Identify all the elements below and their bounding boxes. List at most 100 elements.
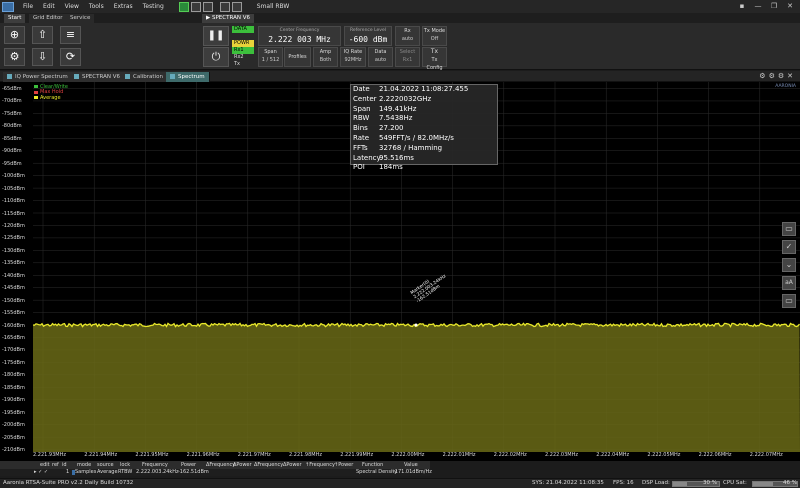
center-frequency-field[interactable]: Center Frequency 2.222 003 MHz bbox=[258, 26, 341, 46]
y-tick-label: -170dBm bbox=[2, 347, 25, 354]
amp-value: Both bbox=[319, 57, 332, 63]
info-value: 2.2220032GHz bbox=[379, 94, 432, 103]
info-value: 184ms bbox=[379, 163, 403, 172]
rx-control[interactable]: Rx auto bbox=[395, 26, 420, 46]
tab-icon bbox=[125, 74, 130, 79]
settings-icon[interactable]: ⚙ bbox=[4, 48, 25, 66]
close-icon[interactable]: ✕ bbox=[782, 1, 798, 12]
row-id: 1 bbox=[66, 469, 70, 475]
save-list-icon[interactable]: ≡ bbox=[60, 26, 81, 44]
y-tick-label: -180dBm bbox=[2, 372, 25, 379]
tab-iq-power-spectrum[interactable]: IQ Power Spectrum bbox=[3, 72, 73, 82]
pause-button[interactable]: ❚❚ bbox=[203, 26, 229, 46]
text-icon[interactable]: aA bbox=[782, 276, 796, 290]
col-ref: ref bbox=[52, 462, 59, 468]
tab-calibration[interactable]: Calibration bbox=[121, 72, 168, 82]
menu: File Edit View Tools Extras Testing bbox=[18, 0, 169, 13]
row-lock: RTBW bbox=[118, 469, 133, 475]
window-title: Small RBW bbox=[256, 3, 290, 10]
undo-icon[interactable] bbox=[219, 1, 230, 12]
menu-extras[interactable]: Extras bbox=[109, 3, 138, 10]
grid-icon[interactable] bbox=[190, 1, 201, 12]
tx-config-button[interactable]: Tx Tx Config bbox=[422, 47, 447, 71]
row-mode: Samples bbox=[75, 469, 97, 475]
power-button[interactable]: ⏻ bbox=[203, 47, 229, 67]
refresh-icon[interactable]: ⟳ bbox=[60, 48, 81, 66]
ribbon-tab-grid-editor[interactable]: Grid Editor bbox=[29, 14, 67, 23]
legend-average: Average bbox=[34, 95, 68, 101]
menu-tools[interactable]: Tools bbox=[84, 3, 109, 10]
upload-icon[interactable]: ⇧ bbox=[32, 26, 53, 44]
x-tick-label: 2.221.98MHz bbox=[289, 452, 322, 458]
data-control[interactable]: Data auto bbox=[368, 47, 393, 67]
menu-edit[interactable]: Edit bbox=[38, 3, 60, 10]
app-version: Aaronia RTSA-Suite PRO v2.2 Daily Build … bbox=[3, 480, 134, 486]
info-value: 27.200 bbox=[379, 124, 404, 133]
info-row: Rate 549FFT/s / 82.0MHz/s bbox=[351, 134, 497, 144]
status-bar: Aaronia RTSA-Suite PRO v2.2 Daily Build … bbox=[0, 478, 800, 488]
tab-spectrum[interactable]: Spectrum bbox=[166, 72, 210, 82]
select-value: Rx1 bbox=[402, 57, 413, 63]
info-row: FFTs 32768 / Hamming bbox=[351, 144, 497, 154]
x-tick-label: 2.221.93MHz bbox=[33, 452, 66, 458]
y-tick-label: -140dBm bbox=[2, 272, 25, 279]
tool-button[interactable]: ▭ bbox=[782, 294, 796, 308]
info-row: Span 149.41kHz bbox=[351, 105, 497, 115]
info-row: Date 21.04.2022 11:08:27.455 bbox=[351, 85, 497, 95]
y-tick-label: -130dBm bbox=[2, 247, 25, 254]
y-tick-label: -85dBm bbox=[2, 135, 22, 142]
redo-icon[interactable] bbox=[231, 1, 242, 12]
device-tab[interactable]: ▶ SPECTRAN V6 bbox=[202, 14, 254, 23]
x-tick-label: 2.221.96MHz bbox=[186, 452, 220, 458]
select-control[interactable]: Select Rx1 bbox=[395, 47, 420, 67]
profiles-button[interactable]: Profiles bbox=[284, 47, 311, 67]
x-tick-label: 2.222.01MHz bbox=[442, 452, 476, 458]
amp-control[interactable]: Amp Both bbox=[313, 47, 338, 67]
legend-swatch-icon bbox=[34, 85, 38, 89]
col-edit: edit bbox=[40, 462, 50, 468]
menu-file[interactable]: File bbox=[18, 3, 38, 10]
list-icon[interactable] bbox=[202, 1, 213, 12]
menu-icon[interactable]: ▪ bbox=[734, 1, 750, 12]
tx-mode-control[interactable]: Tx Mode Off bbox=[422, 26, 447, 46]
tab-calibration-label: Calibration bbox=[133, 74, 163, 80]
check-icon[interactable]: ✓ bbox=[782, 240, 796, 254]
menu-testing[interactable]: Testing bbox=[138, 3, 169, 10]
y-tick-label: -115dBm bbox=[2, 210, 25, 217]
tab-icon bbox=[170, 74, 175, 79]
minimize-icon[interactable]: — bbox=[750, 1, 766, 12]
reference-level-field[interactable]: Reference Level -600 dBm bbox=[344, 26, 392, 46]
average-trace-area bbox=[33, 323, 800, 454]
restore-icon[interactable]: ❐ bbox=[766, 1, 782, 12]
y-tick-label: -70dBm bbox=[2, 98, 22, 105]
info-key: RBW bbox=[353, 114, 370, 123]
data-value: auto bbox=[374, 57, 387, 63]
menu-view[interactable]: View bbox=[60, 3, 84, 10]
y-tick-label: -90dBm bbox=[2, 148, 22, 155]
indicator-tx-label: Tx bbox=[234, 61, 241, 67]
iq-rate-label: IQ Rate bbox=[343, 49, 363, 55]
info-key: FFTs bbox=[353, 143, 368, 152]
chevron-down-icon[interactable]: ⌄ bbox=[782, 258, 796, 272]
span-control[interactable]: Span 1 / 512 bbox=[258, 47, 283, 67]
ribbon-tab-service[interactable]: Service bbox=[66, 14, 95, 23]
tab-spectran-v6[interactable]: SPECTRAN V6 bbox=[70, 72, 125, 82]
col-delta-frequency-2: ΔFrequency bbox=[254, 462, 284, 468]
iq-rate-control[interactable]: IQ Rate 92MHz bbox=[340, 47, 366, 67]
download-icon[interactable]: ⇩ bbox=[32, 48, 53, 66]
indicator-rx1: Rx1 bbox=[232, 47, 254, 54]
indicator-data: DATA bbox=[232, 26, 254, 33]
tool-button[interactable]: ▭ bbox=[782, 222, 796, 236]
row-toggle-icon[interactable]: ▸ ✓ ✓ bbox=[34, 469, 48, 476]
device-tab-label: SPECTRAN V6 bbox=[211, 15, 250, 21]
ribbon-tab-start[interactable]: Start bbox=[4, 14, 26, 23]
y-tick-label: -125dBm bbox=[2, 235, 25, 242]
y-tick-label: -155dBm bbox=[2, 310, 25, 317]
panel-controls[interactable]: ⚙⚙⚙✕ bbox=[759, 72, 796, 80]
add-icon[interactable]: ⊕ bbox=[4, 26, 25, 44]
y-tick-label: -165dBm bbox=[2, 335, 25, 341]
table-row[interactable]: ▸ ✓ ✓ 1 Samples Average RTBW 2.222.003.2… bbox=[0, 469, 432, 476]
pencil-icon[interactable] bbox=[178, 1, 189, 12]
x-tick-label: 2.221.99MHz bbox=[340, 452, 374, 458]
dsp-load-label: DSP Load: bbox=[642, 480, 670, 486]
